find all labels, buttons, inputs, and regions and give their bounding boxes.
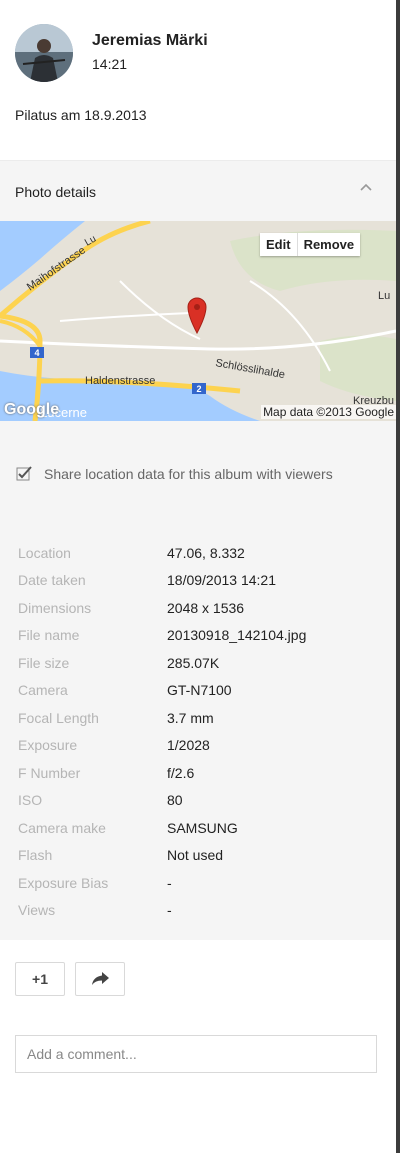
metadata-value: SAMSUNG	[167, 819, 238, 836]
metadata-value: GT-N7100	[167, 682, 232, 699]
metadata-value: 47.06, 8.332	[167, 544, 245, 561]
metadata-row: File name 20130918_142104.jpg	[18, 622, 378, 650]
avatar-image	[15, 24, 73, 82]
metadata-key: Date taken	[18, 572, 86, 589]
location-map[interactable]: 4 2 Maihofstrasse Haldenstrasse Schlössl…	[0, 221, 396, 421]
metadata-row: Views -	[18, 897, 378, 925]
metadata-value: 285.07K	[167, 654, 220, 671]
avatar[interactable]	[15, 24, 73, 82]
photo-details-title[interactable]: Photo details	[15, 184, 96, 200]
post-time[interactable]: 14:21	[92, 56, 127, 72]
map-buttons: Edit Remove	[260, 233, 361, 256]
metadata-row: F Number f/2.6	[18, 759, 378, 787]
author-name[interactable]: Jeremias Märki	[92, 32, 208, 50]
comment-input[interactable]	[15, 1035, 377, 1073]
share-location-option[interactable]: Share location data for this album with …	[16, 466, 333, 482]
metadata-value: 2048 x 1536	[167, 599, 245, 616]
photo-metadata-list: Location 47.06, 8.332 Date taken 18/09/201…	[18, 539, 378, 924]
map-label-lu: Lu	[378, 290, 390, 302]
metadata-row: ISO 80	[18, 787, 378, 815]
metadata-value: -	[167, 902, 172, 919]
metadata-key: ISO	[18, 792, 43, 809]
metadata-row: Camera GT-N7100	[18, 677, 378, 705]
metadata-row: File size 285.07K	[18, 649, 378, 677]
metadata-key: File size	[18, 654, 70, 671]
metadata-value: -	[167, 874, 172, 891]
metadata-value: 1/2028	[167, 737, 210, 754]
share-button[interactable]	[75, 962, 125, 996]
share-location-label[interactable]: Share location data for this album with …	[44, 466, 333, 482]
road-shield-2: 2	[196, 384, 201, 394]
share-arrow-icon	[92, 972, 109, 985]
photo-info-panel: Jeremias Märki 14:21 Pilatus am 18.9.201…	[0, 0, 396, 1153]
metadata-key: Camera make	[18, 819, 106, 836]
metadata-key: File name	[18, 627, 80, 644]
metadata-key: Focal Length	[18, 709, 99, 726]
metadata-row: Focal Length 3.7 mm	[18, 704, 378, 732]
metadata-row: Date taken 18/09/2013 14:21	[18, 567, 378, 595]
metadata-row: Exposure 1/2028	[18, 732, 378, 760]
metadata-value: 20130918_142104.jpg	[167, 627, 307, 644]
metadata-key: Exposure Bias	[18, 874, 109, 891]
remove-location-button[interactable]: Remove	[296, 233, 361, 256]
metadata-row: Camera make SAMSUNG	[18, 814, 378, 842]
metadata-value: 80	[167, 792, 183, 809]
window-border	[396, 0, 405, 1153]
metadata-key: Camera	[18, 682, 68, 699]
metadata-value: 18/09/2013 14:21	[167, 572, 276, 589]
metadata-row: Exposure Bias -	[18, 869, 378, 897]
metadata-key: Views	[18, 902, 56, 919]
metadata-key: Dimensions	[18, 599, 92, 616]
metadata-value: 3.7 mm	[167, 709, 214, 726]
post-actions: +1	[15, 962, 125, 996]
road-shield-4: 4	[34, 348, 39, 358]
metadata-row: Flash Not used	[18, 842, 378, 870]
metadata-key: Exposure	[18, 737, 78, 754]
plus-one-button[interactable]: +1	[15, 962, 65, 996]
checkmark-icon	[16, 466, 32, 481]
map-label-haldenstrasse: Haldenstrasse	[85, 375, 155, 387]
photo-details-section: Photo details 4 2 Maihofstrasse Haldenst…	[0, 160, 396, 940]
metadata-value: f/2.6	[167, 764, 195, 781]
map-attribution[interactable]: Map data ©2013 Google	[261, 405, 396, 419]
chevron-up-icon[interactable]	[359, 179, 373, 197]
photo-caption: Pilatus am 18.9.2013	[15, 107, 147, 123]
metadata-key: Location	[18, 544, 71, 561]
post-header: Jeremias Märki 14:21 Pilatus am 18.9.201…	[0, 0, 396, 160]
metadata-key: Flash	[18, 847, 53, 864]
share-location-checkbox[interactable]	[16, 466, 32, 482]
edit-location-button[interactable]: Edit	[260, 233, 297, 256]
metadata-value: Not used	[167, 847, 224, 864]
metadata-row: Dimensions 2048 x 1536	[18, 594, 378, 622]
metadata-key: F Number	[18, 764, 81, 781]
metadata-row: Location 47.06, 8.332	[18, 539, 378, 567]
google-logo[interactable]: Google	[4, 401, 59, 419]
